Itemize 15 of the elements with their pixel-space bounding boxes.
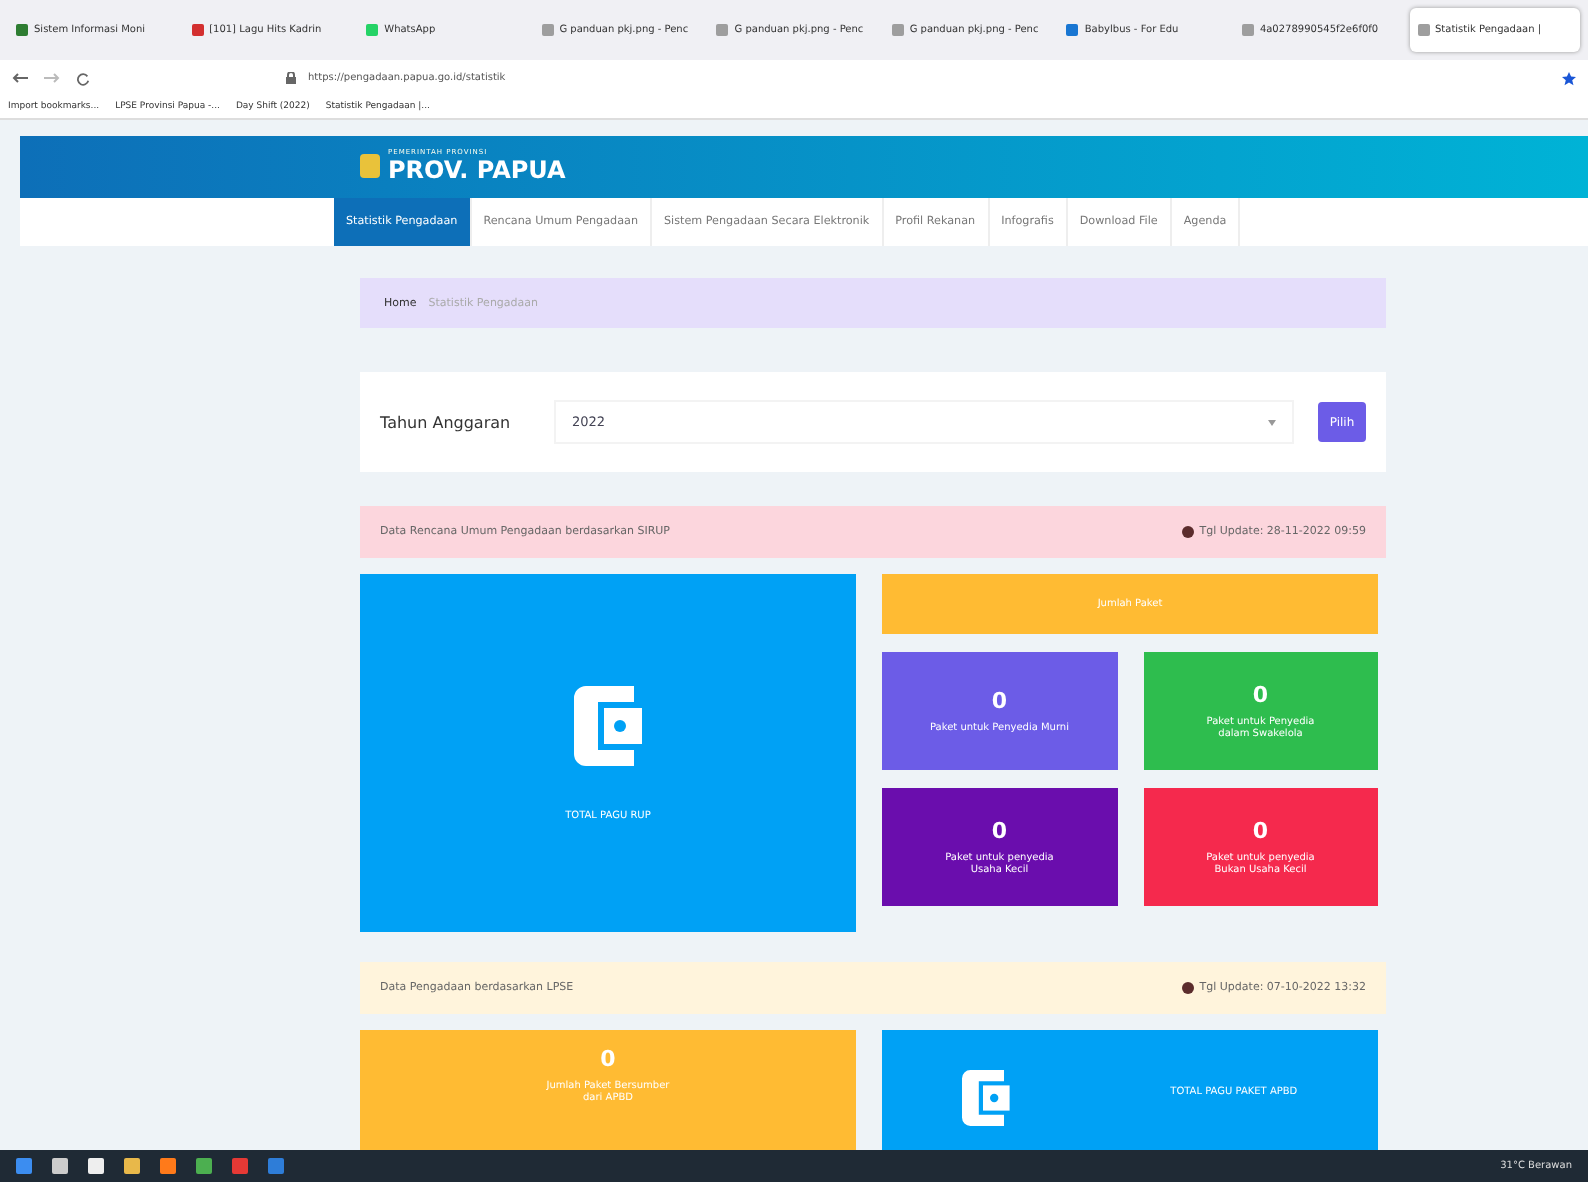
wallet-icon [574, 685, 642, 765]
wallet-icon [962, 1070, 1011, 1126]
tile-value: 0 [1252, 818, 1269, 844]
star-icon[interactable] [1562, 71, 1576, 85]
tile-value: 0 [991, 688, 1008, 714]
tile-value: 0 [600, 1046, 616, 1072]
forward-icon[interactable] [44, 72, 60, 84]
lock-icon [286, 72, 296, 84]
caret-icon [1268, 419, 1276, 425]
field-label: Tahun Anggaran [380, 413, 513, 431]
tile-value: 0 [991, 818, 1008, 844]
back-icon[interactable] [12, 72, 28, 84]
site-title: PROV. PAPUA [388, 156, 566, 185]
reload-icon[interactable] [76, 71, 90, 85]
tile-value: 0 [1252, 682, 1269, 708]
